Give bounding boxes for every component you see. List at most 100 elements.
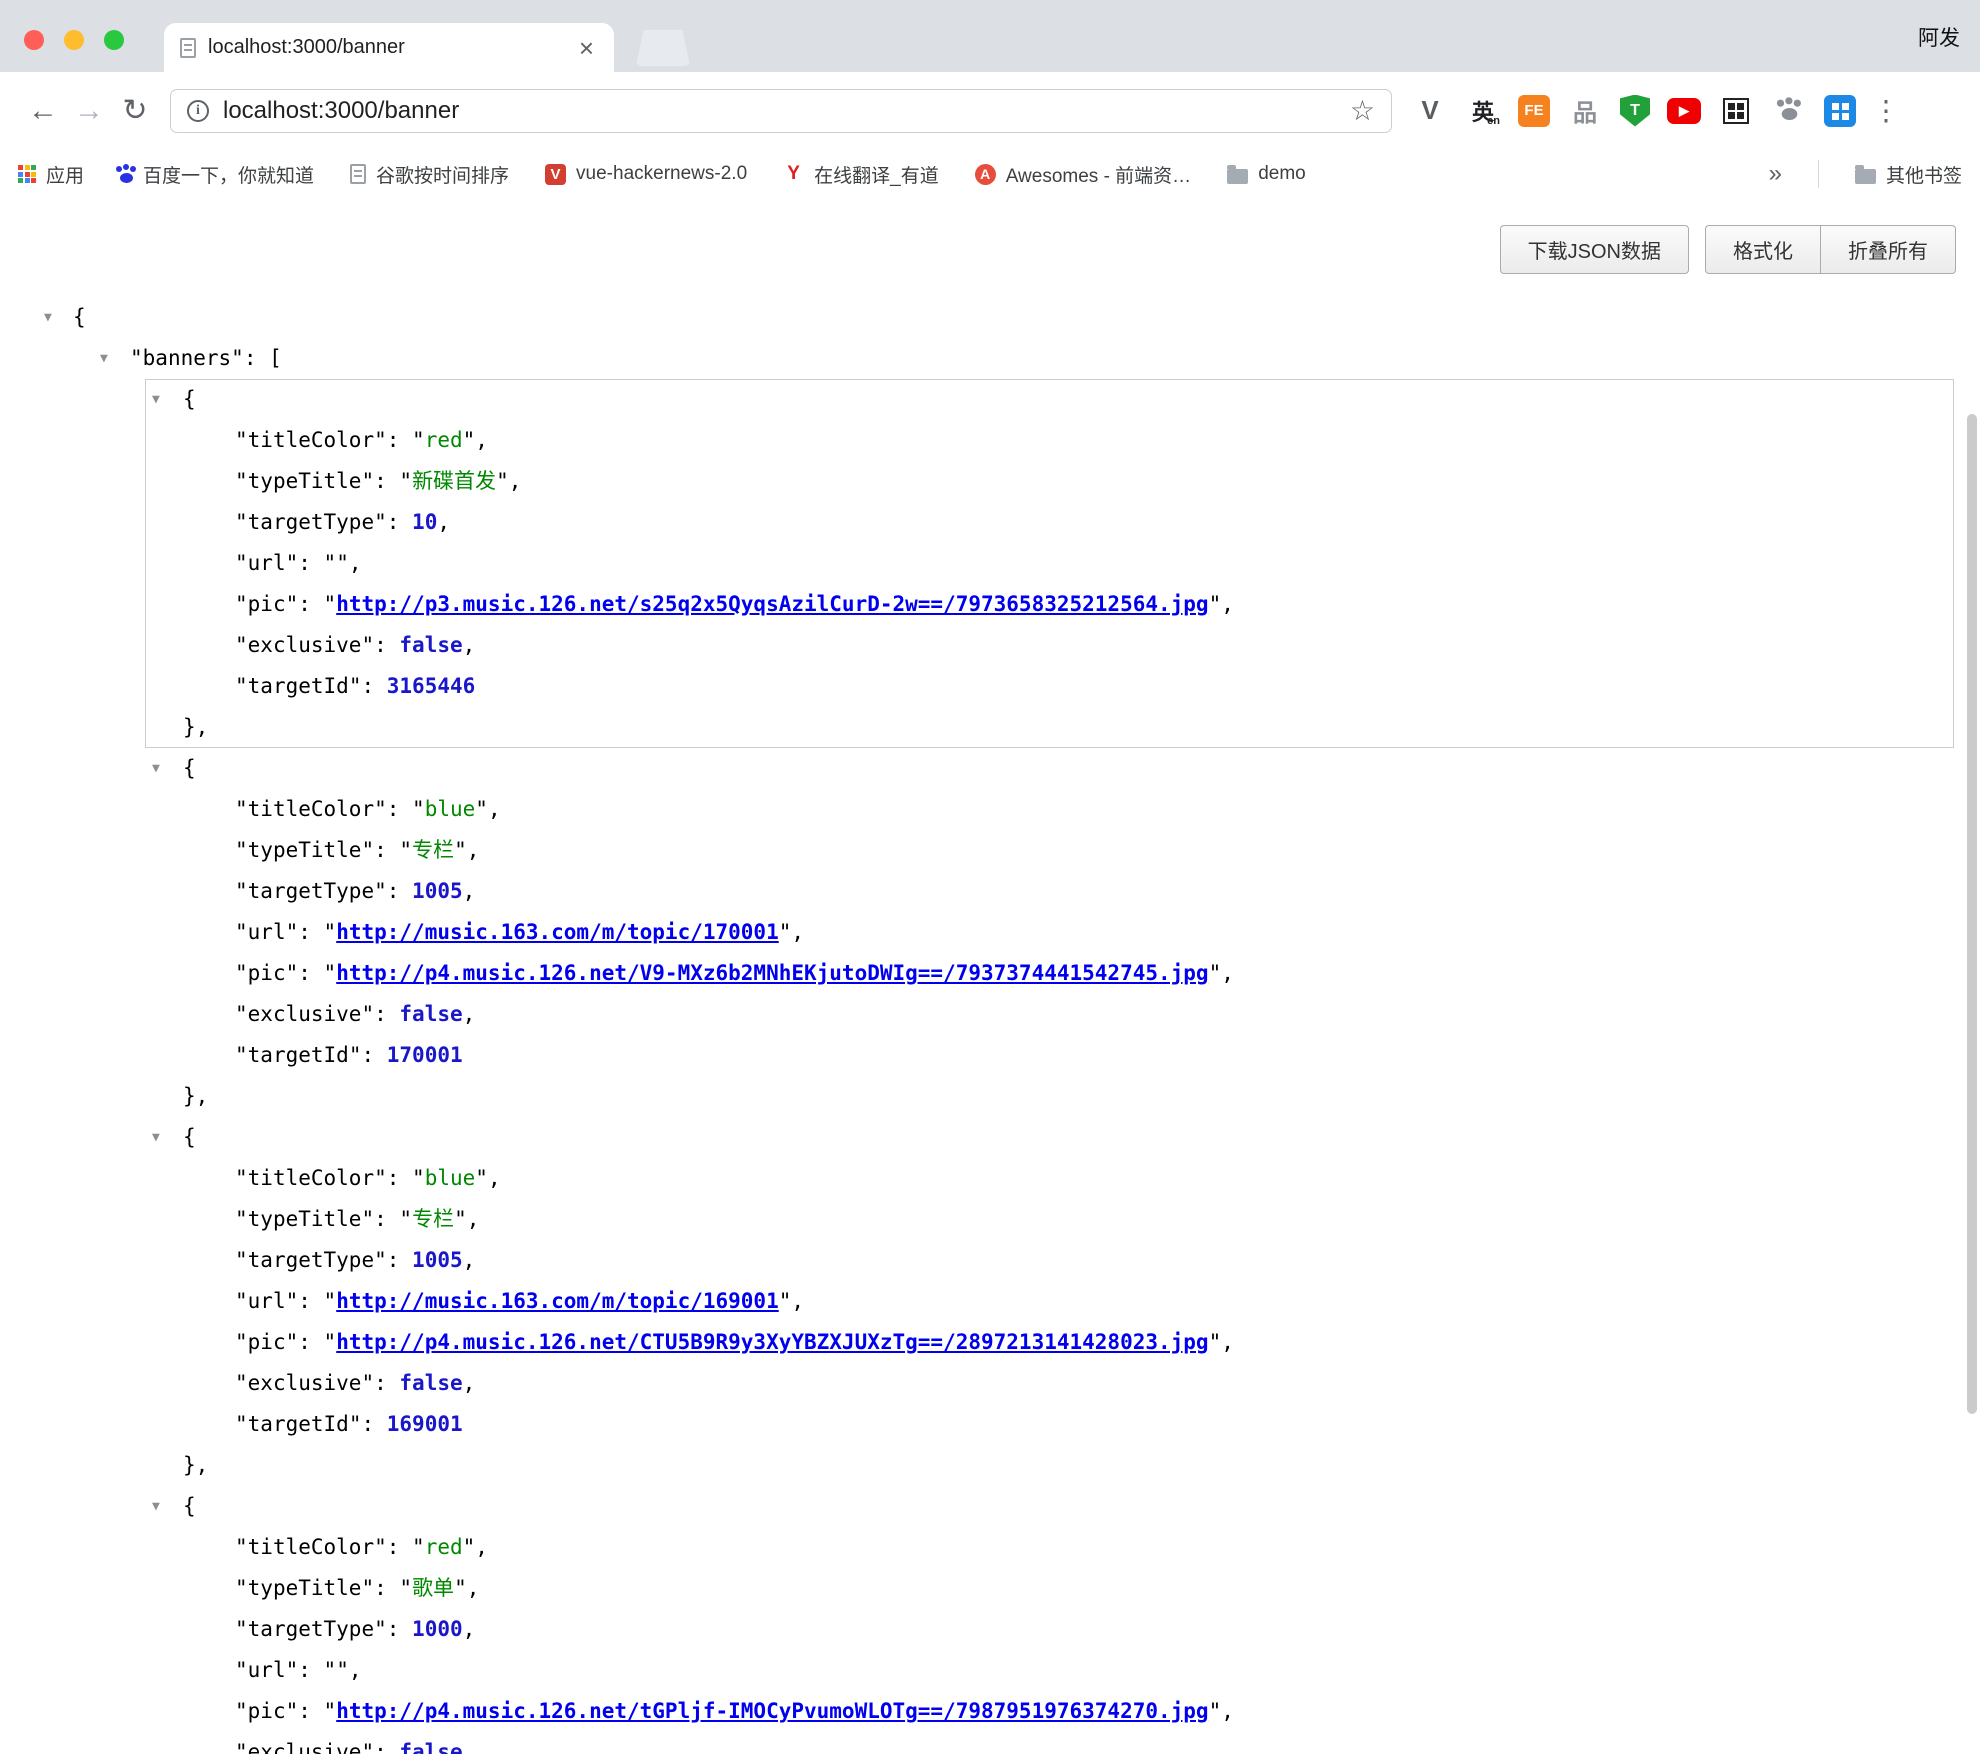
tab-strip: localhost:3000/banner × 阿发 [0, 0, 1980, 72]
json-object-open: ▼{ [0, 1117, 1980, 1158]
download-json-button[interactable]: 下载JSON数据 [1500, 225, 1689, 274]
json-property: "pic": "http://p4.music.126.net/CTU5B9R9… [0, 1322, 1980, 1363]
paw-extension-icon[interactable] [1771, 93, 1807, 129]
json-property: "typeTitle": "新碟首发", [0, 461, 1980, 502]
json-root-open: ▼{ [0, 297, 1980, 338]
qr-code-extension-icon[interactable] [1718, 93, 1754, 129]
reload-button-icon[interactable]: ↻ [112, 93, 158, 128]
json-property: "pic": "http://p4.music.126.net/V9-MXz6b… [0, 953, 1980, 994]
green-shield-extension-icon[interactable]: T [1620, 95, 1650, 127]
fe-extension-icon[interactable]: FE [1518, 95, 1550, 127]
bookmark-vue-hackernews[interactable]: V vue-hackernews-2.0 [545, 163, 747, 185]
json-property: "targetId": 169001 [0, 1404, 1980, 1445]
folder-icon [1227, 169, 1248, 184]
bookmarks-divider [1818, 160, 1819, 188]
extension-icons: V 英en FE 品 T ▶ [1412, 93, 1856, 129]
json-viewer-actions: 下载JSON数据 格式化 折叠所有 [1500, 225, 1956, 274]
json-url-link[interactable]: http://p4.music.126.net/tGPljf-IMOCyPvum… [336, 1699, 1208, 1723]
json-object: ▼{"titleColor": "red","typeTitle": "歌单",… [0, 1486, 1980, 1754]
json-property: "targetType": 10, [0, 502, 1980, 543]
json-property: "targetType": 1005, [0, 871, 1980, 912]
other-bookmarks[interactable]: 其他书签 [1855, 161, 1962, 188]
bookmark-label: vue-hackernews-2.0 [576, 163, 747, 185]
browser-tab[interactable]: localhost:3000/banner × [164, 23, 614, 72]
grid-dots [1832, 103, 1839, 110]
json-url-link[interactable]: http://music.163.com/m/topic/170001 [336, 920, 779, 944]
bookmark-star-icon[interactable]: ☆ [1350, 94, 1375, 127]
bookmark-label: 谷歌按时间排序 [376, 161, 509, 188]
bookmark-baidu[interactable]: 百度一下，你就知道 [120, 161, 314, 188]
back-button-icon[interactable]: ← [20, 94, 66, 128]
json-object: ▼{"titleColor": "red","typeTitle": "新碟首发… [0, 379, 1980, 748]
page-content: 下载JSON数据 格式化 折叠所有 ▼{▼"banners": [▼{"titl… [0, 199, 1980, 1754]
json-object-close: }, [0, 1445, 1980, 1486]
bookmark-apps[interactable]: 应用 [18, 161, 84, 188]
bookmark-google-sort[interactable]: 谷歌按时间排序 [350, 161, 509, 188]
close-window-button[interactable] [24, 30, 44, 50]
json-object: ▼{"titleColor": "blue","typeTitle": "专栏"… [0, 1117, 1980, 1486]
collapse-toggle-icon[interactable]: ▼ [152, 379, 160, 420]
qr-pattern [1723, 98, 1749, 124]
json-url-link[interactable]: http://p4.music.126.net/CTU5B9R9y3XyYBZX… [336, 1330, 1208, 1354]
url-text[interactable]: localhost:3000/banner [223, 97, 459, 125]
bookmarks-overflow-chevron[interactable]: » [1769, 160, 1782, 188]
bookmark-awesomes[interactable]: A Awesomes - 前端资… [975, 161, 1191, 188]
json-property: "titleColor": "red", [0, 1527, 1980, 1568]
json-property: "typeTitle": "歌单", [0, 1568, 1980, 1609]
bookmark-youdao[interactable]: Y 在线翻译_有道 [783, 161, 939, 188]
collapse-toggle-icon[interactable]: ▼ [152, 1486, 160, 1527]
awesomes-a-icon: A [975, 164, 996, 185]
folder-icon [1855, 169, 1876, 184]
profile-name[interactable]: 阿发 [1918, 22, 1960, 52]
json-object-close: }, [0, 707, 1980, 748]
json-property: "exclusive": false, [0, 1363, 1980, 1404]
translate-extension-icon[interactable]: 英en [1465, 93, 1501, 129]
json-array-key: ▼"banners": [ [0, 338, 1980, 379]
other-bookmarks-label: 其他书签 [1886, 161, 1962, 188]
page-favicon-icon [180, 38, 196, 58]
address-bar[interactable]: i localhost:3000/banner ☆ [170, 89, 1392, 133]
collapse-toggle-icon[interactable]: ▼ [152, 748, 160, 789]
bookmark-label: demo [1258, 163, 1306, 185]
json-property: "pic": "http://p4.music.126.net/tGPljf-I… [0, 1691, 1980, 1732]
json-object-open: ▼{ [0, 379, 1980, 420]
json-property: "targetId": 3165446 [0, 666, 1980, 707]
bookmark-demo-folder[interactable]: demo [1227, 163, 1306, 185]
bookmark-label: Awesomes - 前端资… [1006, 161, 1191, 188]
collapse-toggle-icon[interactable]: ▼ [100, 338, 108, 379]
json-object-close: }, [0, 1076, 1980, 1117]
json-property: "typeTitle": "专栏", [0, 830, 1980, 871]
format-button[interactable]: 格式化 [1705, 225, 1820, 274]
bookmark-label: 应用 [46, 161, 84, 188]
json-property: "exclusive": false, [0, 625, 1980, 666]
json-object-open: ▼{ [0, 748, 1980, 789]
new-tab-button[interactable] [636, 30, 690, 66]
bookmark-label: 在线翻译_有道 [814, 161, 939, 188]
blue-grid-extension-icon[interactable] [1824, 95, 1856, 127]
tab-title: localhost:3000/banner [208, 36, 575, 59]
collapse-toggle-icon[interactable]: ▼ [152, 1117, 160, 1158]
json-url-link[interactable]: http://p3.music.126.net/s25q2x5QyqsAzilC… [336, 592, 1208, 616]
collapse-toggle-icon[interactable]: ▼ [44, 297, 52, 338]
json-property: "typeTitle": "专栏", [0, 1199, 1980, 1240]
tab-close-icon[interactable]: × [575, 38, 598, 58]
json-property: "targetType": 1000, [0, 1609, 1980, 1650]
json-property: "exclusive": false, [0, 994, 1980, 1035]
apps-grid-icon [18, 165, 36, 183]
json-url-link[interactable]: http://p4.music.126.net/V9-MXz6b2MNhEKju… [336, 961, 1208, 985]
forward-button-icon[interactable]: → [66, 94, 112, 128]
vimium-extension-icon[interactable]: V [1412, 93, 1448, 129]
chrome-menu-icon[interactable]: ⋮ [1872, 94, 1900, 127]
fullscreen-window-button[interactable] [104, 30, 124, 50]
minimize-window-button[interactable] [64, 30, 84, 50]
json-url-link[interactable]: http://music.163.com/m/topic/169001 [336, 1289, 779, 1313]
page-icon [350, 164, 366, 184]
youdao-y-icon: Y [783, 164, 804, 185]
site-info-icon[interactable]: i [187, 100, 209, 122]
org-chart-extension-icon[interactable]: 品 [1567, 93, 1603, 129]
scrollbar-thumb[interactable] [1967, 414, 1977, 1414]
v-favicon-icon: V [545, 164, 566, 185]
json-tree: ▼{▼"banners": [▼{"titleColor": "red","ty… [0, 199, 1980, 1754]
collapse-all-button[interactable]: 折叠所有 [1820, 225, 1956, 274]
youtube-extension-icon[interactable]: ▶ [1667, 98, 1701, 124]
